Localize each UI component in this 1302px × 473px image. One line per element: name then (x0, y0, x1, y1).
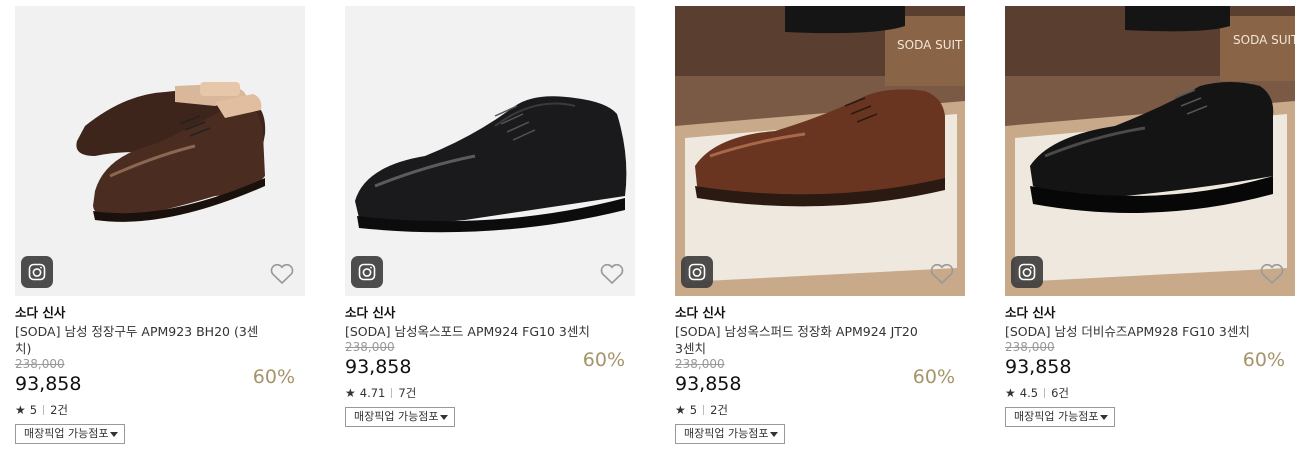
camera-icon (1018, 263, 1036, 281)
divider (1044, 388, 1046, 398)
rating: ★ 4.5 6건 (1005, 385, 1295, 401)
caret-down-icon (440, 414, 449, 420)
caret-down-icon (1100, 414, 1109, 420)
heart-outline-icon[interactable] (269, 262, 295, 286)
discount-rate: 60% (252, 366, 295, 388)
shoe-photo: SODA SUIT (675, 6, 965, 296)
heart-outline-icon[interactable] (929, 262, 955, 286)
product-brand[interactable]: 소다 신사 (675, 305, 965, 321)
heart-outline-icon[interactable] (1259, 262, 1285, 286)
rating-value: 4.71 (359, 386, 386, 400)
product-title[interactable]: [SODA] 남성 정장구두 APM923 BH20 (3센 치) (15, 323, 305, 357)
camera-button[interactable] (681, 256, 713, 288)
product-title[interactable]: [SODA] 남성 더비슈즈APM928 FG10 3센치 (1005, 323, 1295, 340)
store-pickup-dropdown[interactable]: 매장픽업 가능점포 (1005, 407, 1116, 427)
product-image[interactable] (15, 6, 305, 296)
camera-icon (688, 263, 706, 281)
store-sign: SODA SUIT (897, 38, 963, 52)
divider (703, 405, 705, 415)
product-brand[interactable]: 소다 신사 (1005, 305, 1295, 321)
rating: ★ 4.71 7건 (345, 385, 635, 401)
store-pickup-dropdown[interactable]: 매장픽업 가능점포 (15, 424, 126, 444)
divider (391, 388, 393, 398)
review-count: 2건 (710, 403, 728, 417)
shoe-photo (345, 6, 635, 296)
rating-value: 5 (29, 403, 38, 417)
caret-down-icon (770, 431, 779, 437)
product-image[interactable] (345, 6, 635, 296)
star-icon: ★ (675, 403, 686, 417)
product-card[interactable]: SODA SUIT 소다 신사 [SODA] 남성옥스퍼드 정장화 APM924 (675, 6, 965, 444)
camera-button[interactable] (21, 256, 53, 288)
rating-value: 4.5 (1019, 386, 1039, 400)
product-brand[interactable]: 소다 신사 (345, 305, 635, 321)
camera-button[interactable] (351, 256, 383, 288)
divider (43, 405, 45, 415)
camera-icon (358, 263, 376, 281)
discount-rate: 60% (912, 366, 955, 388)
product-image[interactable]: SODA SUIT (1005, 6, 1295, 296)
store-pickup-dropdown[interactable]: 매장픽업 가능점포 (345, 407, 456, 427)
product-card[interactable]: SODA SUIT 소다 신사 [SODA] 남성 더비슈즈APM928 FG1… (1005, 6, 1295, 427)
product-image[interactable]: SODA SUIT (675, 6, 965, 296)
heart-outline-icon[interactable] (599, 262, 625, 286)
caret-down-icon (110, 431, 119, 437)
star-icon: ★ (1005, 386, 1016, 400)
rating-value: 5 (689, 403, 698, 417)
camera-icon (28, 263, 46, 281)
review-count: 6건 (1051, 386, 1069, 400)
product-card[interactable]: 소다 신사 [SODA] 남성 정장구두 APM923 BH20 (3센 치) … (15, 6, 305, 444)
star-icon: ★ (15, 403, 26, 417)
product-title[interactable]: [SODA] 남성옥스포드 APM924 FG10 3센치 (345, 323, 635, 340)
product-brand[interactable]: 소다 신사 (15, 305, 305, 321)
discount-rate: 60% (582, 349, 625, 371)
review-count: 2건 (50, 403, 68, 417)
review-count: 7건 (398, 386, 417, 400)
rating: ★ 5 2건 (675, 402, 965, 418)
store-pickup-dropdown[interactable]: 매장픽업 가능점포 (675, 424, 786, 444)
rating: ★ 5 2건 (15, 402, 305, 418)
star-icon: ★ (345, 386, 356, 400)
shoe-photo (15, 6, 305, 296)
shoe-photo: SODA SUIT (1005, 6, 1295, 296)
camera-button[interactable] (1011, 256, 1043, 288)
product-title[interactable]: [SODA] 남성옥스퍼드 정장화 APM924 JT20 3센치 (675, 323, 965, 357)
discount-rate: 60% (1242, 349, 1285, 371)
product-card[interactable]: 소다 신사 [SODA] 남성옥스포드 APM924 FG10 3센치 238,… (345, 6, 635, 427)
store-sign: SODA SUIT (1233, 33, 1295, 47)
